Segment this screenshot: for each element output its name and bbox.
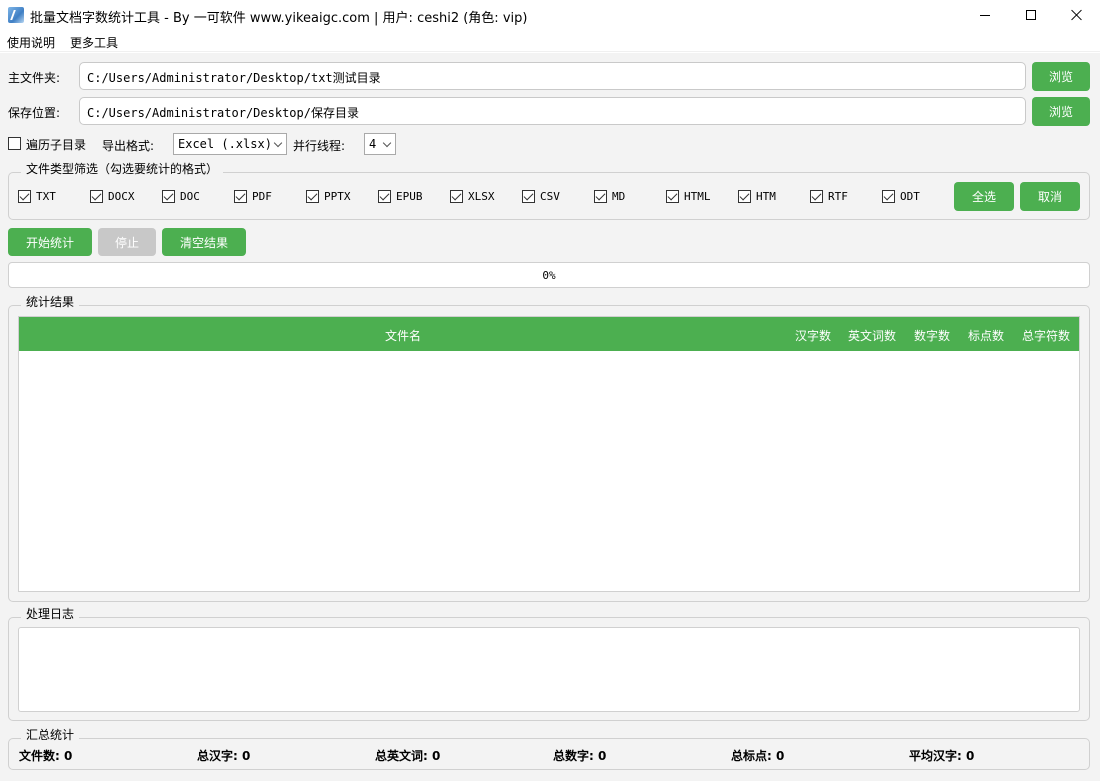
checkbox-checked-icon bbox=[90, 190, 103, 203]
clear-results-button[interactable]: 清空结果 bbox=[162, 228, 246, 256]
chevron-down-icon bbox=[273, 138, 283, 148]
close-icon bbox=[1071, 9, 1083, 21]
save-location-input[interactable]: C:/Users/Administrator/Desktop/保存目录 bbox=[79, 97, 1026, 125]
main-folder-input[interactable]: C:/Users/Administrator/Desktop/txt测试目录 bbox=[79, 62, 1026, 90]
export-format-value: Excel (.xlsx) bbox=[178, 137, 272, 151]
maximize-icon bbox=[1026, 10, 1036, 20]
deselect-button[interactable]: 取消 bbox=[1020, 182, 1080, 211]
menu-more-tools[interactable]: 更多工具 bbox=[70, 34, 118, 51]
checkbox-checked-icon bbox=[738, 190, 751, 203]
main-folder-browse-button[interactable]: 浏览 bbox=[1032, 62, 1090, 91]
close-button[interactable] bbox=[1054, 0, 1100, 30]
checkbox-checked-icon bbox=[666, 190, 679, 203]
window-title: 批量文档字数统计工具 - By 一可软件 www.yikeaigc.com | … bbox=[30, 11, 528, 26]
select-all-button[interactable]: 全选 bbox=[954, 182, 1014, 211]
results-table[interactable]: 文件名 汉字数 英文词数 数字数 标点数 总字符数 bbox=[18, 316, 1080, 592]
summary-average-chinese: 平均汉字: 0 bbox=[909, 749, 975, 763]
title-bar: 批量文档字数统计工具 - By 一可软件 www.yikeaigc.com | … bbox=[0, 0, 1100, 30]
main-folder-label: 主文件夹: bbox=[8, 71, 61, 85]
progress-bar: 0% bbox=[8, 262, 1090, 288]
start-button[interactable]: 开始统计 bbox=[8, 228, 92, 256]
export-format-select[interactable]: Excel (.xlsx) bbox=[173, 133, 287, 155]
summary-total-chinese: 总汉字: 0 bbox=[197, 749, 251, 763]
file-type-filter-title: 文件类型筛选（勾选要统计的格式） bbox=[21, 160, 224, 177]
column-header-digits[interactable]: 数字数 bbox=[914, 327, 950, 344]
checkbox-checked-icon bbox=[306, 190, 319, 203]
recursive-label: 遍历子目录 bbox=[26, 138, 87, 152]
maximize-button[interactable] bbox=[1008, 0, 1054, 30]
threads-value: 4 bbox=[369, 137, 377, 151]
checkbox-checked-icon bbox=[162, 190, 175, 203]
checkbox-checked-icon bbox=[378, 190, 391, 203]
checkbox-checked-icon bbox=[450, 190, 463, 203]
checkbox-checked-icon bbox=[522, 190, 535, 203]
chevron-down-icon bbox=[382, 138, 392, 148]
checkbox-checked-icon bbox=[882, 190, 895, 203]
column-header-total-chars[interactable]: 总字符数 bbox=[1022, 327, 1070, 344]
column-header-filename[interactable]: 文件名 bbox=[385, 327, 421, 344]
threads-select[interactable]: 4 bbox=[364, 133, 396, 155]
column-header-chinese-chars[interactable]: 汉字数 bbox=[795, 327, 831, 344]
save-location-browse-button[interactable]: 浏览 bbox=[1032, 97, 1090, 126]
app-icon bbox=[8, 7, 24, 23]
results-title: 统计结果 bbox=[21, 293, 80, 310]
minimize-button[interactable] bbox=[962, 0, 1008, 30]
summary-total-punctuation: 总标点: 0 bbox=[731, 749, 785, 763]
results-table-header: 文件名 汉字数 英文词数 数字数 标点数 总字符数 bbox=[19, 317, 1079, 351]
summary-file-count: 文件数: 0 bbox=[19, 749, 73, 763]
save-location-label: 保存位置: bbox=[8, 106, 61, 120]
log-title: 处理日志 bbox=[21, 605, 80, 622]
log-textarea[interactable] bbox=[18, 627, 1080, 712]
export-format-label: 导出格式: bbox=[102, 139, 155, 153]
checkbox-checked-icon bbox=[18, 190, 31, 203]
column-header-punctuation[interactable]: 标点数 bbox=[968, 327, 1004, 344]
stop-button[interactable]: 停止 bbox=[98, 228, 156, 256]
summary-total-digits: 总数字: 0 bbox=[553, 749, 607, 763]
summary-title: 汇总统计 bbox=[21, 726, 80, 743]
minimize-icon bbox=[980, 14, 990, 16]
checkbox-checked-icon bbox=[594, 190, 607, 203]
summary-total-english: 总英文词: 0 bbox=[375, 749, 441, 763]
checkbox-checked-icon bbox=[810, 190, 823, 203]
menu-help[interactable]: 使用说明 bbox=[7, 34, 55, 51]
threads-label: 并行线程: bbox=[293, 139, 346, 153]
recursive-checkbox[interactable] bbox=[8, 137, 21, 150]
checkbox-checked-icon bbox=[234, 190, 247, 203]
progress-text: 0% bbox=[542, 269, 556, 282]
menu-bar: 使用说明 更多工具 bbox=[0, 30, 1100, 52]
column-header-english-words[interactable]: 英文词数 bbox=[848, 327, 896, 344]
